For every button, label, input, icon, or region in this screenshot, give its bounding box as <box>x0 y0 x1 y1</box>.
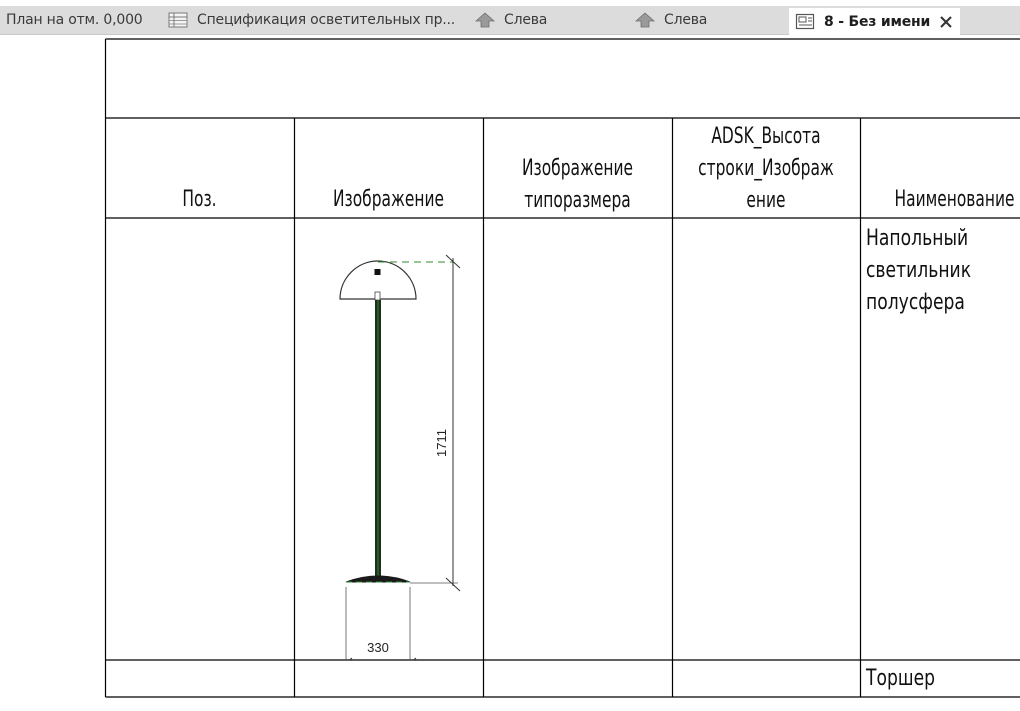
header-line: ADSK_Высота <box>711 124 821 149</box>
sheet-canvas: Поз. Изображение Изображение типоразмера… <box>0 35 1020 711</box>
sheet-icon <box>795 13 815 31</box>
name-cell-row-2: Торшер <box>866 666 936 691</box>
floor-lamp-image: 1711 330 <box>339 254 461 660</box>
header-label: Изображение <box>332 187 445 212</box>
name-cell-row-1: Напольный светильник полусфера <box>866 223 1001 319</box>
header-line: строки_Изображ <box>698 156 834 181</box>
tab-lighting-schedule[interactable]: Спецификация осветительных пр... <box>168 6 455 34</box>
tab-label: Спецификация осветительных пр... <box>197 12 456 28</box>
close-icon[interactable] <box>939 15 953 29</box>
tab-label: Слева <box>504 12 548 28</box>
header-line: ение <box>746 188 786 213</box>
elevation-icon <box>475 12 495 28</box>
tab-label: План на отм. 0,000 <box>6 12 143 28</box>
column-header-image: Изображение <box>315 184 462 216</box>
elevation-icon <box>635 12 655 28</box>
tab-sheet-active[interactable]: 8 - Без имени <box>789 8 961 35</box>
header-line: Изображение <box>521 156 634 181</box>
name-line: светильник <box>866 258 972 283</box>
column-header-name: Наименование <box>881 184 1020 216</box>
schedule-grid <box>104 38 1020 698</box>
header-label: Поз. <box>182 187 217 212</box>
column-header-type-image: Изображение типоразмера <box>504 153 651 217</box>
height-dimension-label: 1711 <box>434 429 449 457</box>
width-dimension-label: 330 <box>367 640 389 655</box>
tab-label: 8 - Без имени <box>824 13 931 30</box>
name-line: Напольный <box>866 226 969 251</box>
header-label: Наименование <box>894 187 1015 212</box>
schedule-table-icon <box>168 12 188 28</box>
tab-floor-plan[interactable]: План на отм. 0,000 <box>6 6 143 34</box>
name-line: полусфера <box>866 290 965 315</box>
tab-elevation-left-2[interactable]: Слева <box>635 6 707 34</box>
view-tab-bar: План на отм. 0,000 Спецификация осветите… <box>0 6 1020 35</box>
column-header-row-height: ADSK_Высота строки_Изображ ение <box>693 121 840 217</box>
header-line: типоразмера <box>524 188 631 213</box>
tab-label: Слева <box>664 12 708 28</box>
column-header-pos: Поз. <box>126 184 273 216</box>
tab-elevation-left-1[interactable]: Слева <box>475 6 547 34</box>
